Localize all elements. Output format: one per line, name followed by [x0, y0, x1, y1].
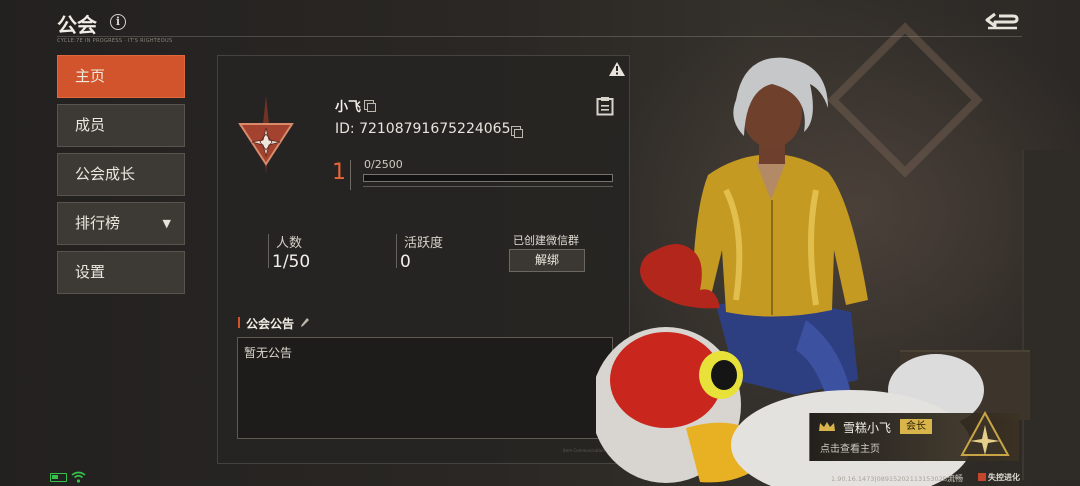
unbind-button[interactable]: 解绑 [509, 249, 585, 272]
notice-title: 公会公告 [238, 315, 294, 332]
activity-label: 活跃度 [404, 236, 444, 251]
guild-id: ID: 72108791675224065 [335, 121, 511, 137]
guild-info-panel: 小飞 ID: 72108791675224065 1 0/2500 人数 1/5… [217, 55, 630, 464]
info-icon[interactable]: i [110, 14, 126, 30]
wifi-icon [71, 471, 86, 483]
level-divider [350, 160, 351, 190]
battery-level [52, 475, 58, 479]
page-subtitle: CYCLE:7E IN PROGRESS · IT'S RIGHTEOUS [57, 38, 173, 44]
leader-name: 雪糕小飞 [843, 421, 892, 435]
members-stat: 人数 1/50 [268, 232, 310, 272]
stat-divider [268, 234, 269, 268]
sidebar-item-label: 主页 [75, 67, 106, 85]
sidebar-item-label: 公会成长 [75, 165, 136, 183]
return-arrow-icon[interactable] [983, 10, 1021, 32]
graphics-quality[interactable]: 流畅 [947, 473, 963, 484]
crown-icon [819, 422, 835, 431]
wechat-group-status: 已创建微信群 [513, 234, 579, 247]
guild-level: 1 [332, 160, 346, 185]
rank-emblem-icon [960, 411, 1010, 456]
sidebar-item-guild-growth[interactable]: 公会成长 [57, 153, 185, 196]
activity-value: 0 [400, 252, 411, 272]
sidebar-item-members[interactable]: 成员 [57, 104, 185, 147]
members-label: 人数 [276, 236, 303, 251]
game-logo-text: 失控进化 [988, 473, 1020, 482]
exp-underline [363, 186, 613, 187]
game-logo-mark [978, 473, 986, 481]
sidebar-item-home[interactable]: 主页 [57, 55, 185, 98]
guild-leader-card[interactable]: 雪糕小飞 会长 点击查看主页 [809, 411, 1019, 461]
sidebar-item-label: 排行榜 [75, 214, 121, 232]
header-divider [57, 36, 1022, 37]
pencil-edit-icon[interactable] [300, 317, 310, 328]
activity-stat: 活跃度 0 [396, 232, 443, 272]
game-logo: 失控进化 [978, 472, 1020, 483]
exp-progress-text: 0/2500 [364, 158, 403, 171]
notice-content[interactable]: 暂无公告 [237, 337, 613, 439]
view-homepage-link[interactable]: 点击查看主页 [820, 440, 880, 455]
battery-icon [50, 473, 67, 482]
stat-divider [396, 234, 397, 268]
sidebar-item-settings[interactable]: 设置 [57, 251, 185, 294]
guild-emblem-icon[interactable] [236, 94, 296, 176]
members-value: 1/50 [272, 252, 311, 272]
guild-name: 小飞 [335, 100, 362, 115]
sidebar-nav: 主页 成员 公会成长 排行榜 ▼ 设置 [57, 55, 185, 300]
sidebar-item-label: 成员 [75, 116, 106, 134]
version-string: 1.90.16.1473|0891520211315302B [831, 475, 948, 483]
exp-progress-bar [363, 174, 613, 182]
background-cabinet [1022, 150, 1080, 480]
copy-icon[interactable] [364, 100, 376, 112]
caret-down-icon: ▼ [162, 217, 171, 230]
copy-icon[interactable] [511, 126, 523, 138]
sidebar-item-leaderboard[interactable]: 排行榜 ▼ [57, 202, 185, 245]
page-title: 公会 [57, 13, 97, 37]
leader-role-badge: 会长 [900, 419, 932, 434]
sidebar-item-label: 设置 [75, 263, 106, 281]
